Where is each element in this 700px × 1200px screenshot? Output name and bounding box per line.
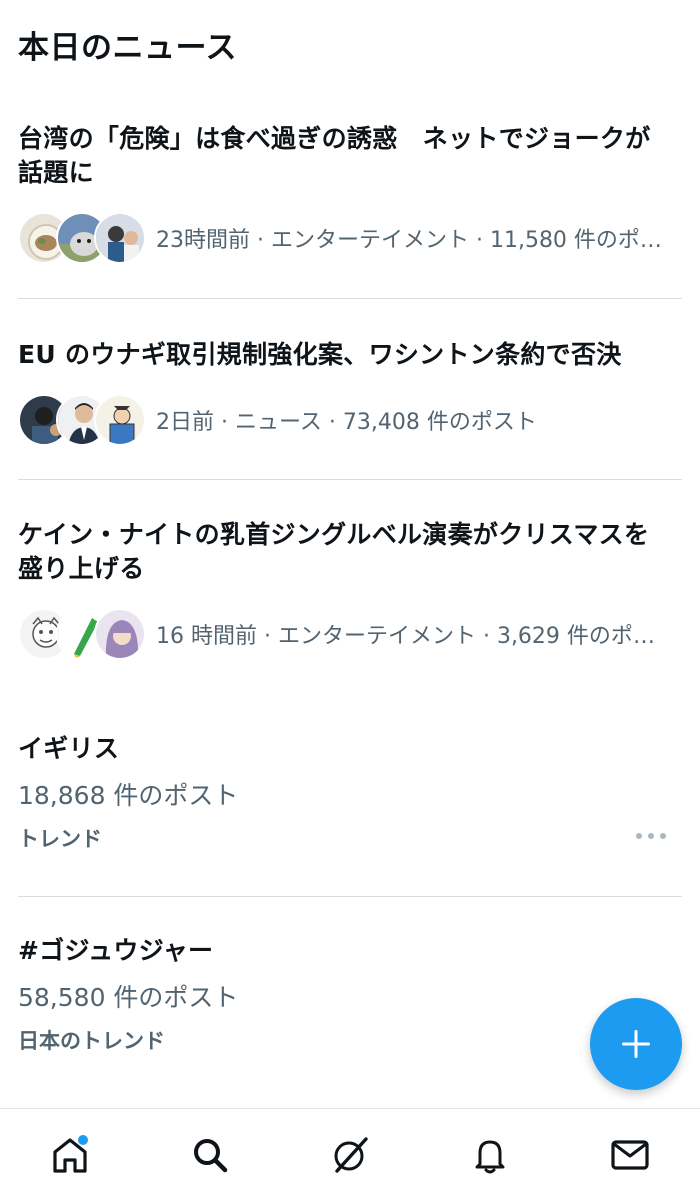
- notifications-icon: [475, 1140, 505, 1173]
- news-headline: EU のウナギ取引規制強化案、ワシントン条約で否決: [18, 340, 622, 369]
- news-headline: 台湾の「危険」は食べ過ぎの誘惑 ネットでジョークが 話題に: [18, 124, 651, 187]
- divider: [18, 298, 682, 299]
- illustration-avatar: [94, 394, 146, 446]
- notification-dot: [78, 1134, 88, 1145]
- news-meta: 23時間前 · エンターテイメント · 11,580 件のポ…: [156, 228, 662, 253]
- news-item[interactable]: 台湾の「危険」は食べ過ぎの誘惑 ネットでジョークが 話題に 23時間前 · エン…: [0, 122, 700, 264]
- more-dot: [636, 833, 642, 839]
- trend-name: #ゴジュウジャー: [18, 936, 214, 965]
- nav-tab-grok[interactable]: [320, 1125, 380, 1185]
- compose-post-button[interactable]: [590, 998, 682, 1090]
- news-meta-row: 16 時間前 · エンターテイメント · 3,629 件のポスト: [18, 608, 682, 660]
- nav-tab-home[interactable]: [40, 1125, 100, 1185]
- messages-icon: [611, 1139, 649, 1170]
- divider: [18, 479, 682, 480]
- news-meta-row: 23時間前 · エンターテイメント · 11,580 件のポ…: [18, 212, 682, 264]
- more-options-button[interactable]: [636, 830, 666, 842]
- section-title: 本日のニュース: [18, 30, 237, 66]
- more-dot: [660, 833, 666, 839]
- news-meta: 2日前 · ニュース · 73,408 件のポスト: [156, 410, 537, 435]
- nav-tab-search[interactable]: [180, 1125, 240, 1185]
- plus-icon: [622, 1030, 650, 1058]
- bottom-nav: [0, 1108, 700, 1200]
- news-item[interactable]: ケイン・ナイトの乳首ジングルベル演奏がクリスマスを 盛り上げる 16 時間前 ·…: [0, 518, 700, 660]
- trend-post-count: 18,868 件のポスト: [18, 781, 239, 810]
- news-item[interactable]: EU のウナギ取引規制強化案、ワシントン条約で否決 2日前 · ニュース · 7…: [0, 338, 700, 446]
- people-photo-avatar: [94, 212, 146, 264]
- avatar-stack: [18, 212, 146, 264]
- news-meta: 16 時間前 · エンターテイメント · 3,629 件のポスト: [156, 624, 672, 649]
- news-headline: ケイン・ナイトの乳首ジングルベル演奏がクリスマスを 盛り上げる: [18, 520, 650, 583]
- trend-item[interactable]: イギリス 18,868 件のポスト トレンド: [0, 732, 700, 853]
- anime-character-avatar: [94, 608, 146, 660]
- avatar-stack: [18, 394, 146, 446]
- trend-context: 日本のトレンド: [18, 1029, 165, 1053]
- search-icon: [194, 1138, 228, 1172]
- trend-post-count: 58,580 件のポスト: [18, 983, 239, 1012]
- more-dot: [648, 833, 654, 839]
- explore-page: 本日のニュース 台湾の「危険」は食べ過ぎの誘惑 ネットでジョークが 話題に 23…: [0, 0, 700, 1200]
- news-meta-row: 2日前 · ニュース · 73,408 件のポスト: [18, 394, 682, 446]
- divider: [18, 896, 682, 897]
- grok-icon: [334, 1136, 368, 1173]
- trend-context: トレンド: [18, 827, 102, 851]
- nav-tab-notifications[interactable]: [460, 1125, 520, 1185]
- trend-name: イギリス: [18, 734, 120, 763]
- avatar-stack: [18, 608, 146, 660]
- nav-tab-messages[interactable]: [600, 1125, 660, 1185]
